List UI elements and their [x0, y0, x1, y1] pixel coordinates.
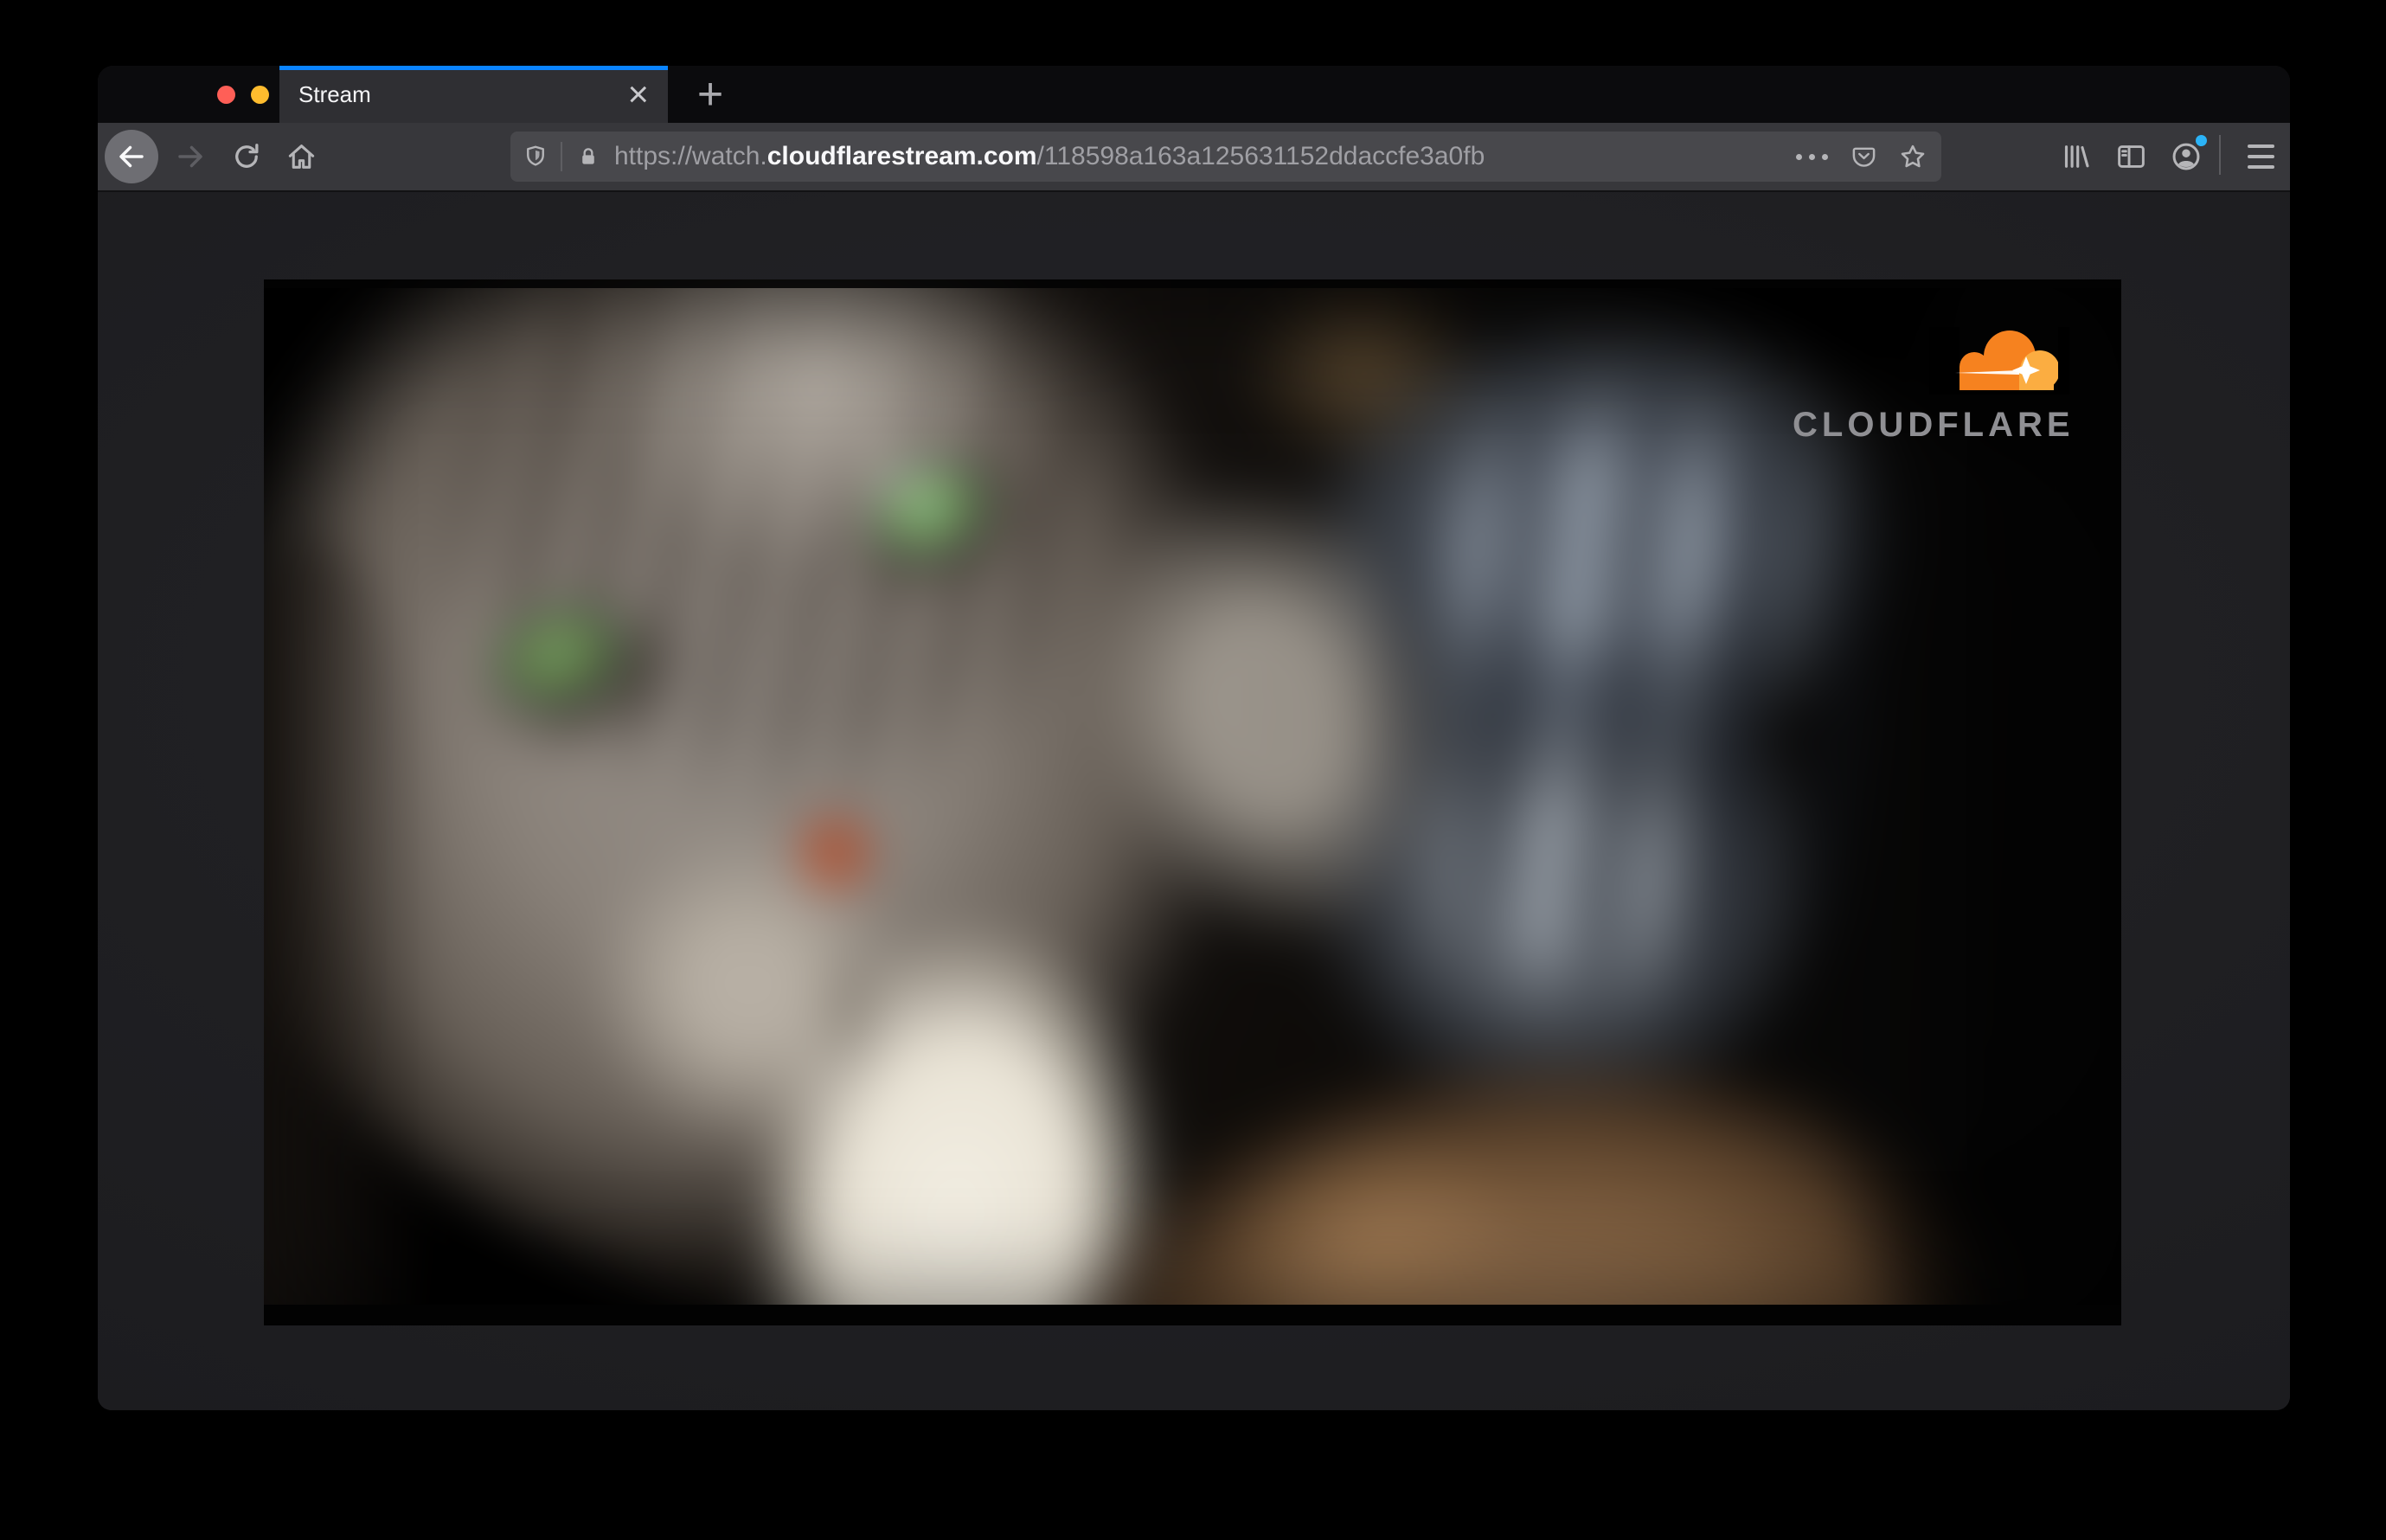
cloudflare-logo-text: CLOUDFLARE — [1793, 406, 2075, 444]
refresh-icon — [231, 141, 262, 172]
urlbar-divider — [561, 142, 562, 171]
url-scheme-host: https://watch. — [614, 142, 767, 170]
sidebar-icon — [2115, 141, 2147, 173]
refresh-button[interactable] — [230, 141, 263, 172]
menu-button[interactable] — [2243, 144, 2278, 169]
account-button[interactable] — [2169, 135, 2207, 173]
forward-icon — [175, 141, 206, 172]
navigation-toolbar: https://watch. cloudflarestream.com /118… — [98, 123, 2290, 192]
video-player[interactable]: CLOUDFLARE — [264, 279, 2121, 1325]
window-close-button[interactable] — [217, 85, 235, 104]
url-path: /118598a163a125631152ddaccfe3a0fb — [1036, 142, 1485, 170]
tab-close-icon[interactable]: × — [624, 76, 652, 112]
hamburger-menu-icon — [2247, 144, 2274, 169]
cloudflare-logo: CLOUDFLARE — [1793, 327, 2075, 445]
new-tab-button[interactable]: + — [679, 66, 741, 123]
url-text: https://watch. cloudflarestream.com /118… — [614, 142, 1779, 171]
url-bar[interactable]: https://watch. cloudflarestream.com /118… — [510, 132, 1941, 182]
bookmark-star-icon[interactable] — [1898, 142, 1927, 171]
library-icon — [2060, 141, 2091, 172]
tab-title: Stream — [298, 80, 371, 107]
tab-stream[interactable]: Stream × — [279, 66, 668, 123]
account-notification-dot — [2196, 135, 2207, 146]
browser-window: Stream × + https://watch. cloudflarestre… — [98, 66, 2290, 1410]
library-button[interactable] — [2059, 141, 2092, 172]
urlbar-actions — [1794, 142, 1927, 171]
home-icon — [285, 141, 317, 173]
forward-button[interactable] — [175, 141, 206, 172]
back-icon — [116, 141, 147, 172]
sidebar-button[interactable] — [2113, 141, 2148, 173]
window-minimize-button[interactable] — [251, 85, 269, 104]
page-content: CLOUDFLARE — [98, 192, 2290, 1410]
cloudflare-cloud-icon — [1929, 327, 2069, 395]
lock-icon[interactable] — [576, 144, 600, 169]
home-button[interactable] — [285, 141, 317, 173]
toolbar-divider — [2219, 135, 2221, 175]
pocket-icon[interactable] — [1850, 144, 1877, 170]
back-button[interactable] — [105, 130, 158, 183]
page-actions-icon[interactable] — [1794, 153, 1830, 160]
tab-bar: Stream × + — [98, 66, 2290, 123]
tracking-shield-icon[interactable] — [523, 144, 548, 170]
url-domain: cloudflarestream.com — [766, 142, 1037, 170]
